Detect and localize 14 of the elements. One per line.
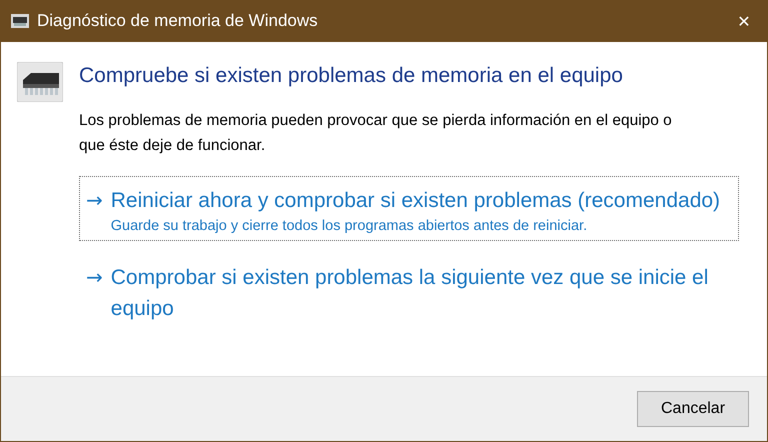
option-title: Comprobar si existen problemas la siguiente vez que se inicie el equipo bbox=[110, 265, 710, 322]
option-note: Guarde su trabajo y cierre todos los programas abiertos antes de reiniciar. bbox=[110, 218, 588, 234]
description: Los problemas de memoria pueden provocar que se pierda información en el equipo o que éste deje de funcionar. bbox=[79, 111, 673, 156]
memory-chip-icon bbox=[11, 14, 29, 28]
memory-chip-icon bbox=[17, 62, 63, 102]
command-link[interactable]: → Reiniciar ahora y comprobar si existen problemas (recomendado) Guarde su trabajo y cierre todos los programas abiertos antes de reiniciar. bbox=[79, 176, 739, 241]
option-title: Reiniciar ahora y comprobar si existen problemas (recomendado) bbox=[110, 188, 720, 214]
arrow-icon: → bbox=[86, 185, 103, 234]
cancel-button[interactable]: Cancelar bbox=[637, 391, 749, 427]
arrow-icon: → bbox=[86, 262, 103, 324]
command-link[interactable]: → Comprobar si existen problemas la siguiente vez que se inicie el equipo bbox=[79, 253, 739, 331]
window-title: Diagnóstico de memoria de Windows bbox=[37, 11, 318, 31]
close-button[interactable]: ✕ bbox=[721, 0, 767, 42]
heading: Compruebe si existen problemas de memoria en el equipo bbox=[79, 64, 624, 88]
